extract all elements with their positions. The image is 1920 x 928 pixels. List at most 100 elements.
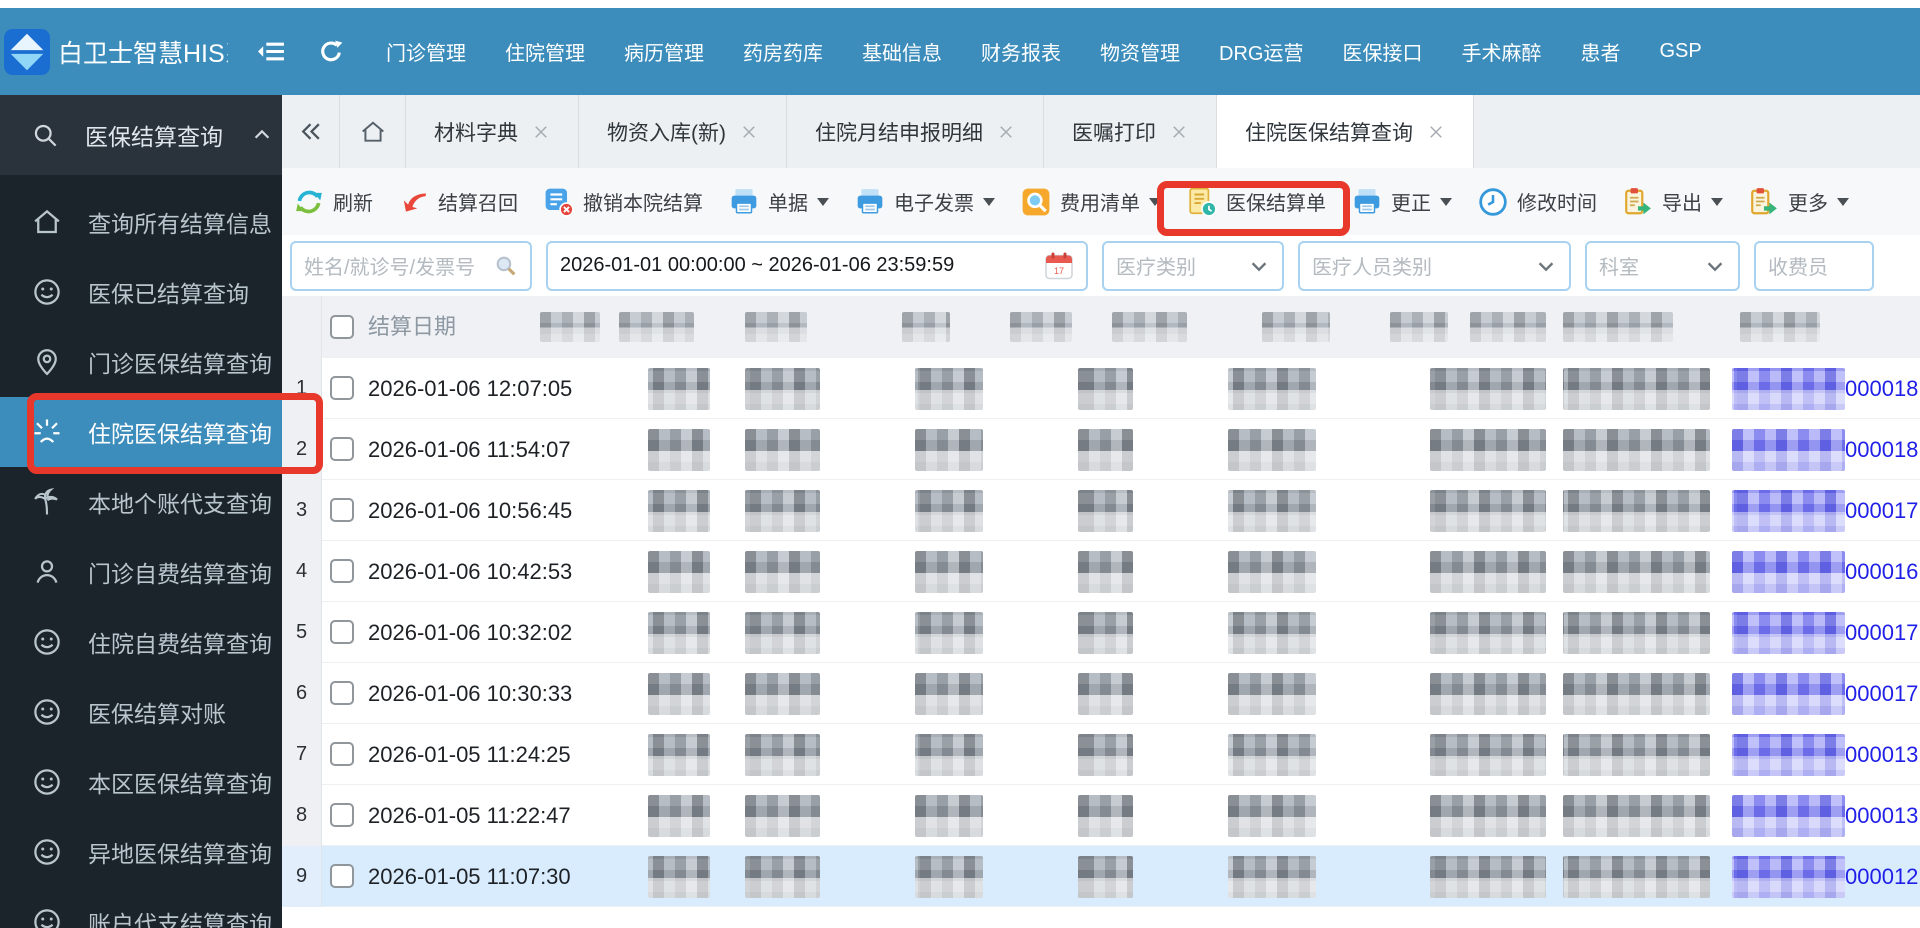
settlement-number-link[interactable]: 000017 [1845, 663, 1918, 724]
toolbar-button[interactable]: 刷新 [294, 187, 373, 217]
redacted-cell [915, 429, 983, 471]
select-department[interactable]: 科室 [1585, 240, 1740, 291]
row-checkbox[interactable] [330, 681, 354, 705]
top-menu-item-12[interactable]: GSP [1659, 40, 1701, 63]
row-checkbox[interactable] [330, 742, 354, 766]
toolbar-button[interactable]: 撤销本院结算 [544, 187, 703, 217]
sidebar-item[interactable]: 本区医保结算查询 [0, 747, 282, 817]
sidebar-item[interactable]: 门诊医保结算查询 [0, 327, 282, 397]
row-number: 8 [282, 785, 322, 846]
redacted-link-cell [1732, 429, 1845, 471]
close-icon[interactable] [532, 123, 550, 141]
row-checkbox[interactable] [330, 437, 354, 461]
toolbar-button[interactable]: 费用清单 [1021, 187, 1161, 217]
redacted-cell [915, 856, 983, 898]
tab[interactable]: 医嘱打印 [1044, 95, 1217, 168]
calendar-icon[interactable] [1044, 251, 1074, 281]
table-row[interactable]: 2 2026-01-06 11:54:07 000018 [282, 419, 1920, 480]
settlement-number-link[interactable]: 000013 [1845, 785, 1918, 846]
settlement-number-link[interactable]: 000018 [1845, 419, 1918, 480]
select-medical-staff-type[interactable]: 医疗人员类别 [1298, 240, 1571, 291]
settlement-number-link[interactable]: 000013 [1845, 724, 1918, 785]
sidebar-header[interactable]: 医保结算查询 [0, 95, 282, 175]
tabs-collapse-button[interactable] [282, 95, 340, 168]
top-menu-item-6[interactable]: 财务报表 [981, 37, 1061, 66]
redacted-cell [1228, 734, 1316, 776]
table-row[interactable]: 6 2026-01-06 10:30:33 000017 [282, 663, 1920, 724]
toolbar-button[interactable]: 单据 [729, 187, 829, 217]
top-menu-item-11[interactable]: 患者 [1580, 37, 1620, 66]
redacted-cell [1078, 795, 1133, 837]
toolbar-button[interactable]: 更正 [1352, 187, 1452, 217]
tab[interactable]: 住院医保结算查询 [1217, 95, 1474, 168]
table-row[interactable]: 8 2026-01-05 11:22:47 000013 [282, 785, 1920, 846]
sidebar-item[interactable]: 医保已结算查询 [0, 257, 282, 327]
table-row[interactable]: 5 2026-01-06 10:32:02 000017 [282, 602, 1920, 663]
top-menu-item-1[interactable]: 门诊管理 [386, 37, 466, 66]
search-input[interactable]: 姓名/就诊号/发票号 [290, 240, 532, 291]
date-range-input[interactable]: 2026-01-01 00:00:00 ~ 2026-01-06 23:59:5… [546, 240, 1088, 291]
top-menu-item-5[interactable]: 基础信息 [862, 37, 942, 66]
top-menu-item-9[interactable]: 医保接口 [1342, 37, 1422, 66]
sidebar-item[interactable]: 门诊自费结算查询 [0, 537, 282, 607]
table-row[interactable]: 1 2026-01-06 12:07:05 000018 [282, 358, 1920, 419]
tab[interactable]: 物资入库(新) [579, 95, 787, 168]
refresh-page-icon[interactable] [319, 39, 344, 64]
row-checkbox[interactable] [330, 620, 354, 644]
sidebar-item[interactable]: 本地个账代支查询 [0, 467, 282, 537]
redacted-column-header [745, 312, 807, 342]
select-medical-category[interactable]: 医疗类别 [1102, 240, 1284, 291]
settlement-number-link[interactable]: 000017 [1845, 602, 1918, 663]
top-menu-item-7[interactable]: 物资管理 [1100, 37, 1180, 66]
tab[interactable]: 材料字典 [406, 95, 579, 168]
settle-date-cell: 2026-01-05 11:07:30 [368, 864, 571, 889]
magnifier-icon[interactable] [493, 253, 518, 278]
top-menu-item-4[interactable]: 药房药库 [743, 37, 823, 66]
sidebar-item[interactable]: 账户代支结算查询 [0, 887, 282, 928]
select-all-checkbox[interactable] [330, 315, 354, 339]
settlement-number-link[interactable]: 000018 [1845, 358, 1918, 419]
toolbar-button[interactable]: 导出 [1623, 187, 1723, 217]
row-number-gutter [282, 296, 322, 358]
toolbar-button[interactable]: 医保结算单 [1187, 187, 1326, 217]
toolbar-button-label: 更多 [1788, 193, 1828, 215]
row-checkbox[interactable] [330, 864, 354, 888]
top-menu-item-2[interactable]: 住院管理 [505, 37, 585, 66]
sidebar-toggle-icon[interactable] [258, 40, 285, 63]
cashier-input[interactable]: 收费员 [1754, 240, 1874, 291]
sidebar-item[interactable]: 查询所有结算信息 [0, 187, 282, 257]
toolbar-button[interactable]: 修改时间 [1478, 187, 1597, 217]
redacted-link-cell [1732, 490, 1845, 532]
sidebar-item[interactable]: 住院医保结算查询 [0, 397, 282, 467]
close-icon[interactable] [740, 123, 758, 141]
toolbar-button[interactable]: 结算召回 [399, 187, 518, 217]
home-tab[interactable] [340, 95, 406, 168]
top-menu-item-3[interactable]: 病历管理 [624, 37, 704, 66]
chevron-up-icon[interactable] [251, 124, 273, 146]
redacted-column-header [540, 312, 600, 342]
close-icon[interactable] [1427, 123, 1445, 141]
row-checkbox[interactable] [330, 559, 354, 583]
redacted-cell [1563, 856, 1710, 898]
toolbar-button[interactable]: 电子发票 [855, 187, 995, 217]
row-checkbox[interactable] [330, 803, 354, 827]
tab[interactable]: 住院月结申报明细 [787, 95, 1044, 168]
table-row[interactable]: 4 2026-01-06 10:42:53 000016 [282, 541, 1920, 602]
close-icon[interactable] [1170, 123, 1188, 141]
settlement-number-link[interactable]: 000012 [1845, 846, 1918, 907]
settlement-number-link[interactable]: 000016 [1845, 541, 1918, 602]
top-menu-item-8[interactable]: DRG运营 [1219, 37, 1303, 66]
table-row[interactable]: 3 2026-01-06 10:56:45 000017 [282, 480, 1920, 541]
settlement-number-link[interactable]: 000017 [1845, 480, 1918, 541]
table-row[interactable]: 7 2026-01-05 11:24:25 000013 [282, 724, 1920, 785]
sidebar-item[interactable]: 医保结算对账 [0, 677, 282, 747]
table-row[interactable]: 9 2026-01-05 11:07:30 000012 [282, 846, 1920, 907]
row-checkbox[interactable] [330, 498, 354, 522]
close-icon[interactable] [997, 123, 1015, 141]
top-menu-item-10[interactable]: 手术麻醉 [1461, 37, 1541, 66]
redacted-column-header [1470, 312, 1546, 342]
sidebar-item[interactable]: 住院自费结算查询 [0, 607, 282, 677]
toolbar-button[interactable]: 更多 [1749, 187, 1849, 217]
sidebar-item[interactable]: 异地医保结算查询 [0, 817, 282, 887]
row-checkbox[interactable] [330, 376, 354, 400]
